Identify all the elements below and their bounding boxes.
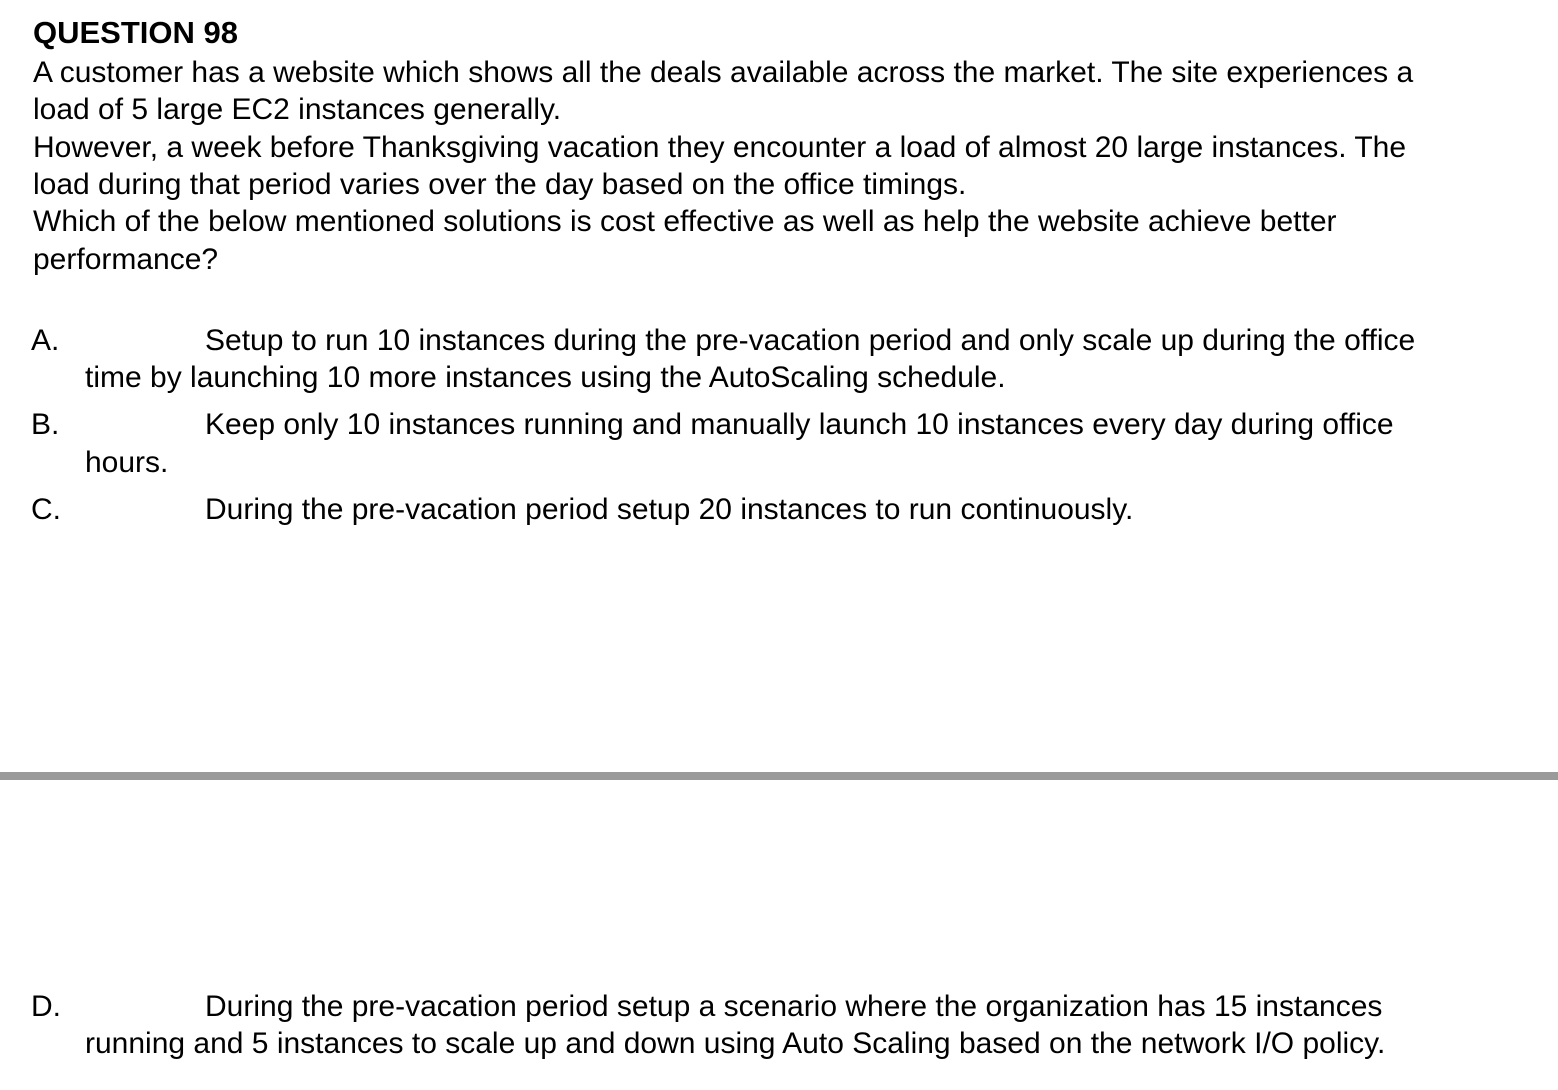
option-d-text-line-1: During the pre-vacation period setup a s… bbox=[205, 990, 1383, 1023]
option-c-text-line-1: During the pre-vacation period setup 20 … bbox=[205, 493, 1134, 526]
option-b-text-line-1: Keep only 10 instances running and manua… bbox=[205, 408, 1394, 441]
page-divider bbox=[0, 772, 1558, 780]
question-line-5: Which of the below mentioned solutions i… bbox=[33, 205, 1337, 238]
question-title: QUESTION 98 bbox=[33, 15, 238, 50]
document-page: QUESTION 98 A customer has a website whi… bbox=[0, 0, 1558, 1090]
option-a-text-line-1: Setup to run 10 instances during the pre… bbox=[205, 324, 1416, 357]
question-line-3: However, a week before Thanksgiving vaca… bbox=[33, 131, 1407, 164]
option-b-text-line-2: hours. bbox=[85, 446, 169, 479]
option-c-letter: C. bbox=[31, 493, 61, 526]
option-a-letter: A. bbox=[31, 324, 60, 357]
option-d-letter: D. bbox=[31, 990, 61, 1023]
option-a-text-line-2: time by launching 10 more instances usin… bbox=[85, 361, 1006, 394]
question-line-2: load of 5 large EC2 instances generally. bbox=[33, 93, 562, 126]
option-d-text-line-2: running and 5 instances to scale up and … bbox=[85, 1027, 1386, 1060]
question-line-1: A customer has a website which shows all… bbox=[33, 56, 1414, 89]
question-line-4: load during that period varies over the … bbox=[33, 168, 967, 201]
question-line-6: performance? bbox=[33, 243, 219, 276]
option-b-letter: B. bbox=[31, 408, 60, 441]
